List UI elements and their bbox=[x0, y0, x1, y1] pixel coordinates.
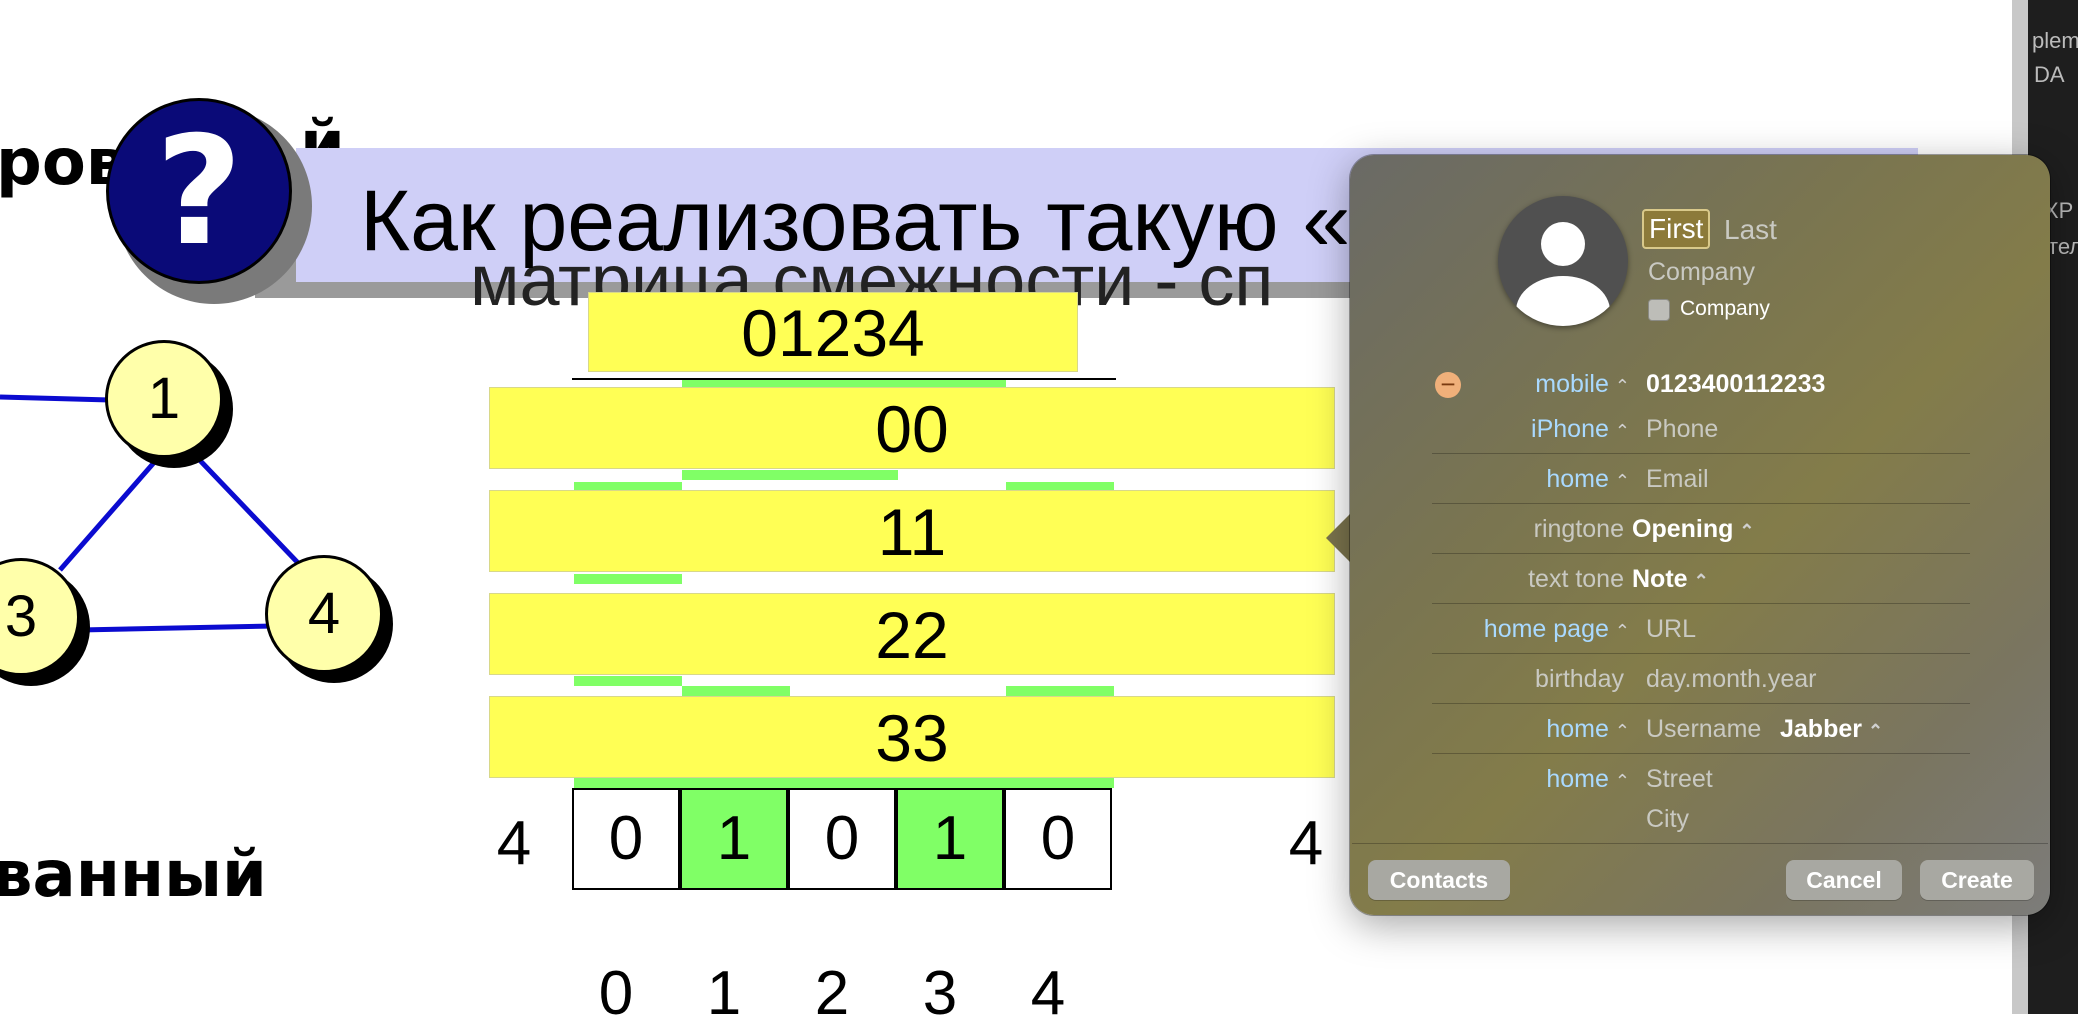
texttone-select[interactable]: Note ⌃ bbox=[1632, 565, 1709, 594]
phone-field[interactable]: Phone bbox=[1646, 415, 1718, 444]
updown-chevron-icon: ⌃ bbox=[1614, 421, 1630, 441]
matrix-strip bbox=[682, 470, 898, 480]
separator bbox=[1432, 753, 1970, 754]
matrix-row-label-right: 4 bbox=[1288, 809, 1324, 878]
email-field[interactable]: Email bbox=[1646, 465, 1709, 494]
texttone-label: text tone bbox=[1528, 565, 1624, 593]
iphone-label[interactable]: iPhone ⌃ bbox=[1480, 415, 1630, 444]
updown-chevron-icon: ⌃ bbox=[1867, 721, 1884, 741]
matrix-row-box-2: 22 bbox=[489, 593, 1335, 675]
separator bbox=[1432, 603, 1970, 604]
mobile-value[interactable]: 0123400112233 bbox=[1646, 370, 1825, 399]
matrix-cell: 0 bbox=[1004, 788, 1112, 890]
remove-field-icon[interactable]: − bbox=[1435, 371, 1461, 398]
email-label[interactable]: home ⌃ bbox=[1480, 465, 1630, 494]
updown-chevron-icon: ⌃ bbox=[1614, 771, 1630, 791]
ringtone-select[interactable]: Opening ⌃ bbox=[1632, 515, 1754, 544]
updown-chevron-icon: ⌃ bbox=[1614, 471, 1630, 491]
cancel-button[interactable]: Cancel bbox=[1786, 860, 1902, 900]
matrix-column-label: 1 bbox=[706, 959, 742, 1028]
mobile-label[interactable]: mobile ⌃ bbox=[1480, 370, 1630, 399]
matrix-column-label: 0 bbox=[598, 959, 634, 1028]
graph-node-1: 1 bbox=[105, 340, 223, 458]
matrix-column-label: 4 bbox=[1030, 959, 1066, 1028]
updown-chevron-icon: ⌃ bbox=[1614, 376, 1630, 396]
updown-chevron-icon: ⌃ bbox=[1614, 721, 1630, 741]
background-text: тел bbox=[2048, 234, 2078, 259]
background-text: DA bbox=[2034, 62, 2065, 87]
separator bbox=[1432, 453, 1970, 454]
matrix-row-label-left: 4 bbox=[496, 809, 532, 878]
birthday-label: birthday bbox=[1535, 665, 1624, 693]
matrix-cell: 1 bbox=[680, 788, 788, 890]
birthday-field[interactable]: day.month.year bbox=[1646, 665, 1816, 694]
first-name-field[interactable]: First bbox=[1642, 209, 1711, 249]
graph-node-4: 4 bbox=[265, 555, 383, 673]
matrix-cell: 0 bbox=[572, 788, 680, 890]
matrix-row-box-1: 11 bbox=[489, 490, 1335, 572]
homepage-label[interactable]: home page ⌃ bbox=[1430, 615, 1630, 644]
company-field[interactable]: Company bbox=[1648, 258, 1755, 287]
matrix-cell: 1 bbox=[896, 788, 1004, 890]
last-name-field[interactable]: Last bbox=[1724, 214, 1777, 246]
ringtone-label: ringtone bbox=[1533, 515, 1624, 543]
separator bbox=[1432, 653, 1970, 654]
create-button[interactable]: Create bbox=[1920, 860, 2034, 900]
avatar-body-icon bbox=[1516, 276, 1610, 326]
question-icon: ? bbox=[106, 98, 292, 284]
banner-text: Как реализовать такую « bbox=[360, 173, 1351, 269]
separator bbox=[1432, 553, 1970, 554]
popover-footer-divider bbox=[1352, 843, 2048, 844]
matrix-strip bbox=[574, 676, 682, 686]
company-checkbox[interactable] bbox=[1648, 299, 1670, 321]
matrix-column-label: 2 bbox=[814, 959, 850, 1028]
popover-arrow bbox=[1326, 512, 1352, 564]
company-checkbox-label: Company bbox=[1680, 297, 1770, 320]
contact-avatar[interactable] bbox=[1498, 196, 1628, 326]
address-label[interactable]: home ⌃ bbox=[1480, 765, 1630, 794]
updown-chevron-icon: ⌃ bbox=[1614, 621, 1630, 641]
street-field[interactable]: Street bbox=[1646, 765, 1713, 794]
url-field[interactable]: URL bbox=[1646, 615, 1696, 644]
matrix-row-box-0: 00 bbox=[489, 387, 1335, 469]
matrix-strip bbox=[574, 778, 1114, 788]
contacts-button[interactable]: Contacts bbox=[1368, 860, 1510, 900]
matrix-strip bbox=[682, 686, 790, 696]
separator bbox=[1432, 703, 1970, 704]
updown-chevron-icon: ⌃ bbox=[1739, 521, 1755, 541]
slide-heading-fragment-bottom: ванный bbox=[0, 838, 267, 912]
separator bbox=[1432, 503, 1970, 504]
matrix-column-label: 3 bbox=[922, 959, 958, 1028]
username-field[interactable]: Username bbox=[1646, 715, 1761, 744]
background-text: plem bbox=[2032, 28, 2078, 53]
im-label[interactable]: home ⌃ bbox=[1480, 715, 1630, 744]
matrix-header-box: 01234 bbox=[588, 292, 1078, 372]
matrix-row-box-3: 33 bbox=[489, 696, 1335, 778]
matrix-cell: 0 bbox=[788, 788, 896, 890]
updown-chevron-icon: ⌃ bbox=[1693, 571, 1709, 591]
matrix-strip bbox=[1006, 686, 1114, 696]
matrix-strip bbox=[574, 574, 682, 584]
city-field[interactable]: City bbox=[1646, 805, 1689, 834]
im-service-select[interactable]: Jabber ⌃ bbox=[1780, 715, 1883, 744]
avatar-head-icon bbox=[1541, 222, 1585, 266]
